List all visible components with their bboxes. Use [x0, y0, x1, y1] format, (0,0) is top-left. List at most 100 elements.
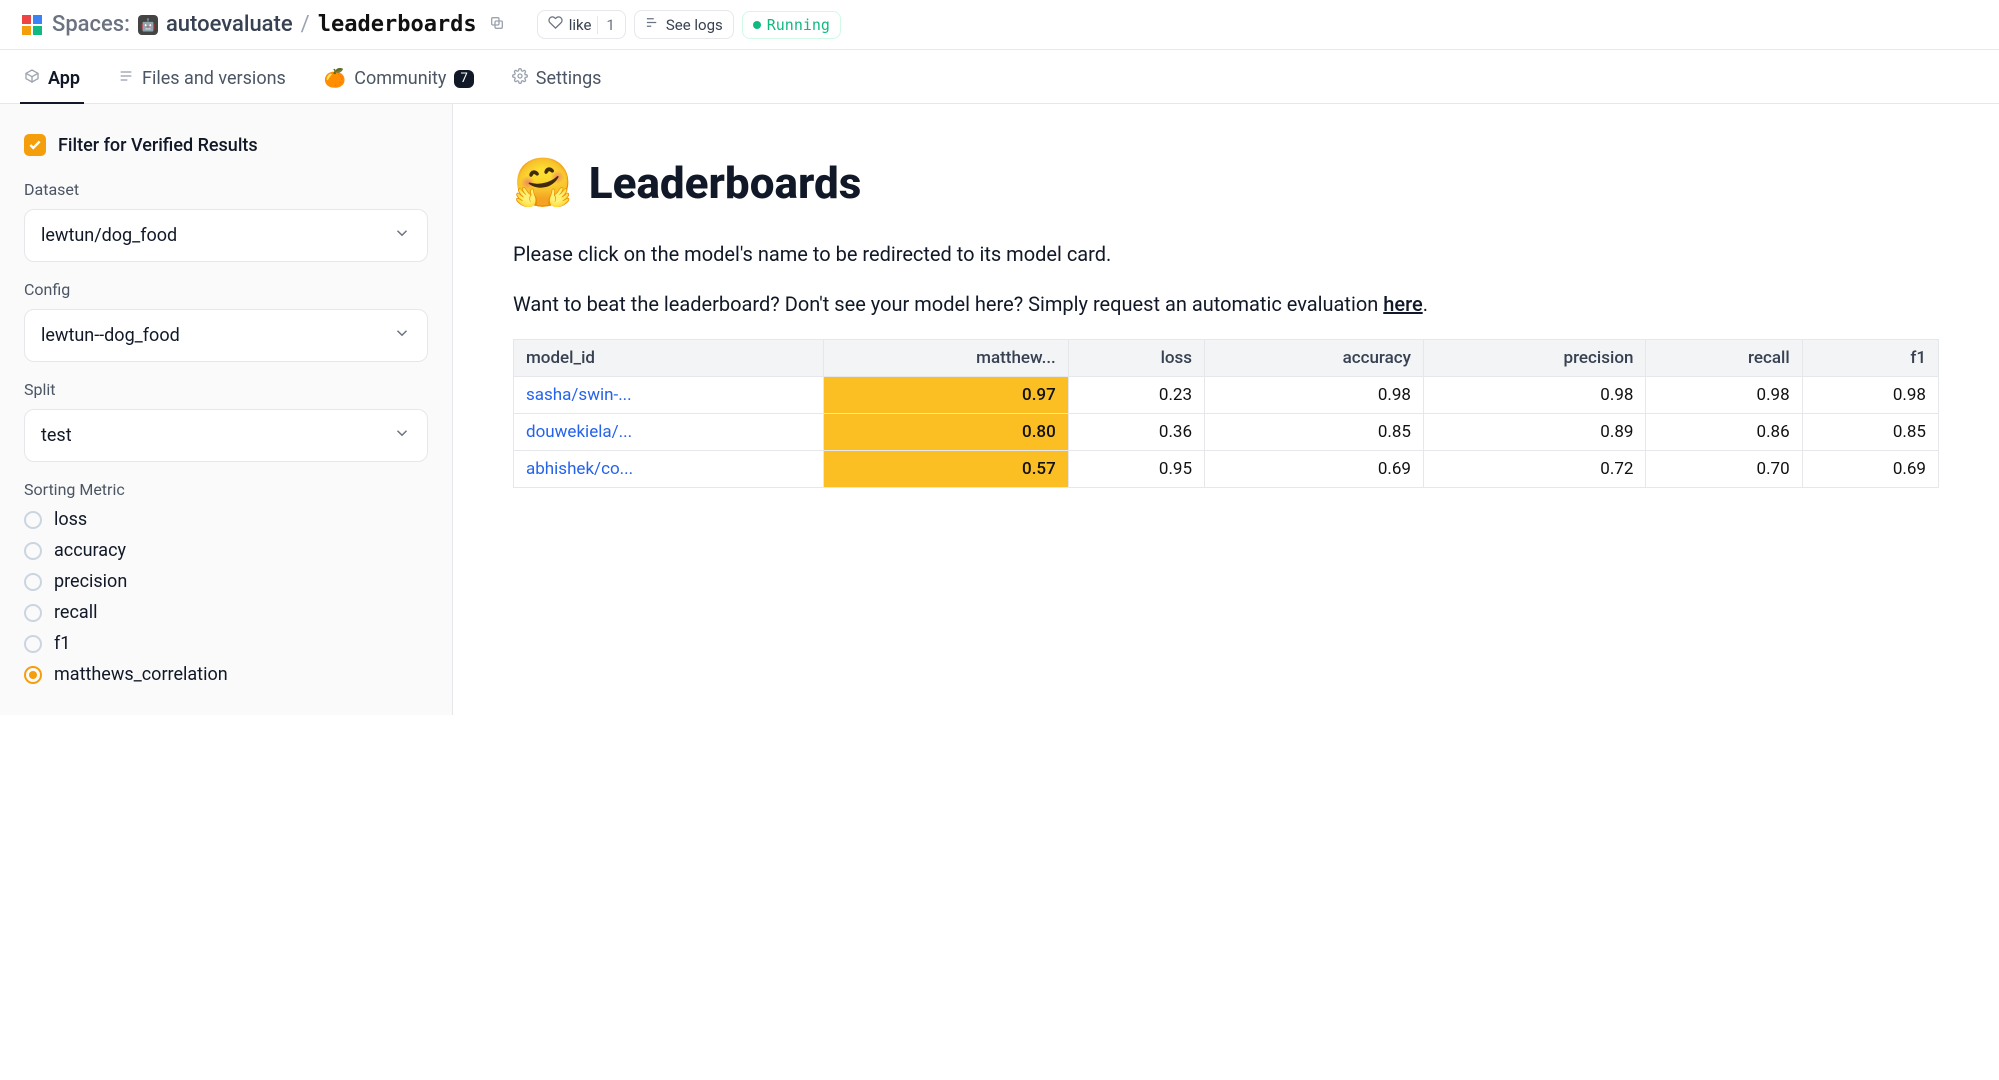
sorting-metric-option[interactable]: matthews_correlation — [24, 664, 428, 685]
tab-app[interactable]: App — [20, 58, 84, 103]
sorting-metric-label: Sorting Metric — [24, 480, 428, 499]
tab-community[interactable]: 🍊 Community 7 — [320, 58, 478, 103]
like-button[interactable]: like 1 — [537, 10, 626, 39]
files-icon — [118, 68, 134, 89]
cell-accuracy: 0.98 — [1205, 377, 1424, 414]
like-count: 1 — [597, 16, 614, 34]
radio-icon — [24, 666, 42, 684]
cell-accuracy: 0.85 — [1205, 414, 1424, 451]
sorting-metric-option[interactable]: precision — [24, 571, 428, 592]
model-link[interactable]: douwekiela/... — [514, 414, 824, 451]
config-label: Config — [24, 280, 428, 299]
page-title-row: 🤗 Leaderboards — [513, 154, 1939, 211]
sorting-metric-option[interactable]: f1 — [24, 633, 428, 654]
cell-f1: 0.69 — [1802, 451, 1938, 488]
tab-files-label: Files and versions — [142, 68, 286, 89]
repo-link[interactable]: leaderboards — [318, 12, 477, 37]
radio-label: precision — [54, 571, 127, 592]
path-separator: / — [301, 12, 310, 37]
chevron-down-icon — [393, 424, 411, 447]
owner-avatar-icon: 🤖 — [138, 15, 158, 35]
radio-label: matthews_correlation — [54, 664, 228, 685]
tab-settings[interactable]: Settings — [508, 58, 606, 103]
split-label: Split — [24, 380, 428, 399]
main: 🤗 Leaderboards Please click on the model… — [453, 104, 1999, 715]
tabs: App Files and versions 🍊 Community 7 Set… — [0, 50, 1999, 104]
filter-verified-row[interactable]: Filter for Verified Results — [24, 134, 428, 156]
chevron-down-icon — [393, 224, 411, 247]
see-logs-button[interactable]: See logs — [634, 10, 734, 39]
cell-loss: 0.95 — [1068, 451, 1204, 488]
copy-icon[interactable] — [485, 13, 509, 37]
running-dot-icon — [753, 21, 761, 29]
model-link[interactable]: abhishek/co... — [514, 451, 824, 488]
tab-app-label: App — [48, 68, 80, 89]
sorting-metric-option[interactable]: recall — [24, 602, 428, 623]
gear-icon — [512, 68, 528, 89]
dataset-value: lewtun/dog_food — [41, 225, 177, 246]
radio-icon — [24, 635, 42, 653]
page-title: Leaderboards — [589, 157, 862, 209]
spaces-label: Spaces: — [52, 12, 130, 37]
cell-f1: 0.85 — [1802, 414, 1938, 451]
cell-precision: 0.98 — [1424, 377, 1646, 414]
table-header[interactable]: matthew... — [823, 340, 1068, 377]
dataset-select[interactable]: lewtun/dog_food — [24, 209, 428, 262]
table-row: abhishek/co...0.570.950.690.720.700.69 — [514, 451, 1939, 488]
logs-icon — [645, 15, 660, 34]
table-header[interactable]: f1 — [1802, 340, 1938, 377]
cube-icon — [24, 68, 40, 89]
heart-icon — [548, 15, 563, 34]
hugging-face-icon: 🤗 — [513, 154, 573, 211]
config-value: lewtun--dog_food — [41, 325, 180, 346]
table-header[interactable]: loss — [1068, 340, 1204, 377]
tab-settings-label: Settings — [536, 68, 602, 89]
cell-precision: 0.72 — [1424, 451, 1646, 488]
model-link[interactable]: sasha/swin-... — [514, 377, 824, 414]
radio-label: f1 — [54, 633, 70, 654]
description-2: Want to beat the leaderboard? Don't see … — [513, 289, 1939, 319]
cell-mcc: 0.80 — [823, 414, 1068, 451]
radio-label: accuracy — [54, 540, 126, 561]
cell-accuracy: 0.69 — [1205, 451, 1424, 488]
config-select[interactable]: lewtun--dog_food — [24, 309, 428, 362]
radio-icon — [24, 573, 42, 591]
running-badge: Running — [742, 11, 841, 39]
like-label: like — [569, 16, 592, 34]
sorting-metric-option[interactable]: accuracy — [24, 540, 428, 561]
radio-label: loss — [54, 509, 87, 530]
app-body: Filter for Verified Results Dataset lewt… — [0, 104, 1999, 715]
cell-recall: 0.70 — [1646, 451, 1802, 488]
header: Spaces: 🤖 autoevaluate / leaderboards li… — [0, 0, 1999, 50]
see-logs-label: See logs — [666, 16, 723, 34]
table-header[interactable]: accuracy — [1205, 340, 1424, 377]
table-header[interactable]: model_id — [514, 340, 824, 377]
radio-label: recall — [54, 602, 97, 623]
cell-precision: 0.89 — [1424, 414, 1646, 451]
tab-community-label: Community — [354, 68, 446, 89]
tab-files[interactable]: Files and versions — [114, 58, 290, 103]
here-link[interactable]: here — [1383, 292, 1422, 316]
leaderboard-table: model_idmatthew...lossaccuracyprecisionr… — [513, 339, 1939, 488]
cell-recall: 0.98 — [1646, 377, 1802, 414]
radio-icon — [24, 511, 42, 529]
community-badge: 7 — [454, 70, 473, 88]
table-row: sasha/swin-...0.970.230.980.980.980.98 — [514, 377, 1939, 414]
filter-verified-checkbox[interactable] — [24, 134, 46, 156]
description-1: Please click on the model's name to be r… — [513, 239, 1939, 269]
chevron-down-icon — [393, 324, 411, 347]
hf-logo-icon — [20, 13, 44, 37]
filter-verified-label: Filter for Verified Results — [58, 135, 258, 156]
radio-icon — [24, 542, 42, 560]
cell-f1: 0.98 — [1802, 377, 1938, 414]
table-header[interactable]: recall — [1646, 340, 1802, 377]
community-icon: 🍊 — [324, 68, 346, 89]
table-header[interactable]: precision — [1424, 340, 1646, 377]
split-select[interactable]: test — [24, 409, 428, 462]
cell-recall: 0.86 — [1646, 414, 1802, 451]
sorting-metric-option[interactable]: loss — [24, 509, 428, 530]
owner-link[interactable]: autoevaluate — [166, 12, 293, 37]
dataset-label: Dataset — [24, 180, 428, 199]
sidebar: Filter for Verified Results Dataset lewt… — [0, 104, 453, 715]
cell-mcc: 0.97 — [823, 377, 1068, 414]
